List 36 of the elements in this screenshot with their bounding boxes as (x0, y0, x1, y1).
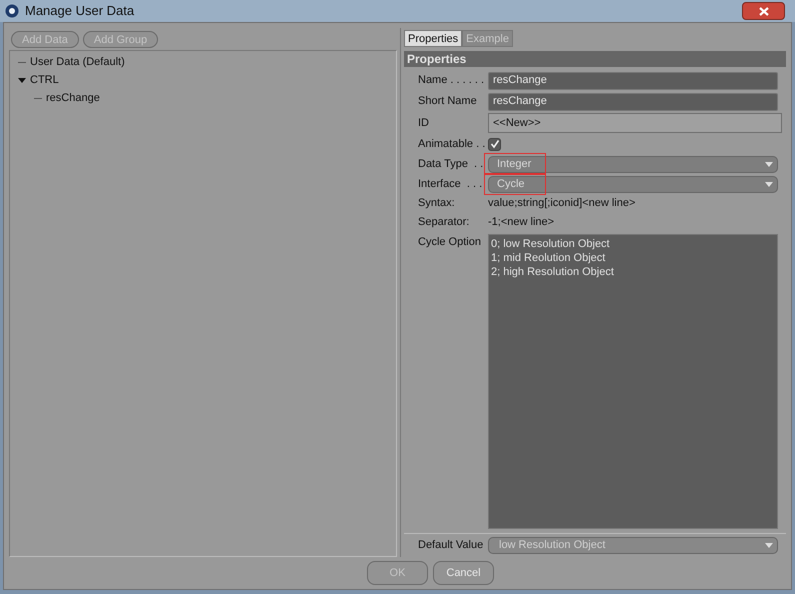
tree-item[interactable]: CTRL (30, 72, 59, 88)
checkbox[interactable] (488, 138, 501, 150)
field-label: Interface . . . (418, 176, 484, 192)
static-value: -1;<new line> (488, 215, 554, 230)
id-field: <<New>> (488, 113, 782, 133)
field-label: Syntax: (418, 196, 456, 212)
text-line: 1; mid Reolution Object (491, 251, 606, 265)
field-label: Short Name (418, 94, 478, 110)
dropdown[interactable]: low Resolution Object (488, 537, 778, 554)
section-header: Properties (404, 51, 786, 67)
tree-item[interactable]: resChange (46, 90, 100, 106)
dropdown-arrow-icon (765, 162, 773, 166)
field-label: Cycle Option (418, 235, 482, 250)
text-field[interactable]: resChange (488, 72, 778, 90)
window-title: Manage User Data (25, 2, 134, 20)
field-label: Default Value (418, 538, 484, 554)
dropdown-arrow-icon (765, 543, 773, 548)
static-value: value;string[;iconid]<new line> (488, 196, 636, 212)
expanded-caret-icon[interactable] (18, 76, 26, 84)
app-logo-icon (5, 4, 19, 18)
text-field[interactable]: resChange (488, 92, 778, 110)
field-label: ID (418, 116, 430, 131)
field-label: Data Type . . (418, 156, 484, 172)
text-line: 2; high Resolution Object (491, 265, 614, 279)
close-button[interactable] (742, 2, 785, 20)
field-label: Separator: (418, 215, 470, 230)
tab[interactable]: Example (462, 30, 513, 47)
text-area[interactable]: 0; low Resolution Object 1; mid Reolution Object 2; high Resolution Object (488, 234, 778, 529)
field-label: Animatable . . (418, 136, 486, 152)
tree-item[interactable]: User Data (Default) (30, 54, 125, 70)
dropdown-arrow-icon (765, 182, 773, 186)
text-line: 0; low Resolution Object (491, 237, 610, 251)
tab[interactable]: Properties (404, 30, 462, 47)
dialog-button[interactable]: Cancel (433, 561, 494, 585)
field-label: Name . . . . . . (418, 73, 486, 88)
close-icon (758, 6, 768, 16)
